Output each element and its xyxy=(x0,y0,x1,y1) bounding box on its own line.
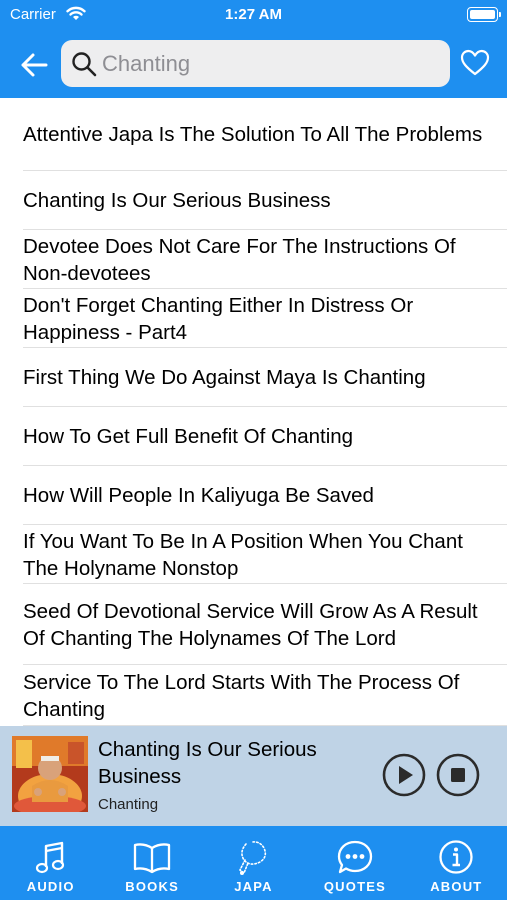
tab-label: JAPA xyxy=(234,879,273,894)
tab-quotes[interactable]: QUOTES xyxy=(304,826,405,900)
list-item[interactable]: Attentive Japa Is The Solution To All Th… xyxy=(0,98,507,171)
tab-japa[interactable]: JAPA xyxy=(203,826,304,900)
list-item-title: How Will People In Kaliyuga Be Saved xyxy=(23,484,374,507)
list-item-title: First Thing We Do Against Maya Is Chanti… xyxy=(23,366,426,389)
tab-books[interactable]: BOOKS xyxy=(101,826,202,900)
tab-about[interactable]: ABOUT xyxy=(406,826,507,900)
info-icon xyxy=(439,840,473,874)
list-item[interactable]: How Will People In Kaliyuga Be Saved xyxy=(0,466,507,525)
heart-icon[interactable] xyxy=(460,49,490,77)
speech-bubble-icon xyxy=(337,840,373,874)
list-item-title: Devotee Does Not Care For The Instructio… xyxy=(23,234,456,285)
tab-label: QUOTES xyxy=(323,879,386,894)
search-input[interactable] xyxy=(102,40,432,87)
list-item-title: Chanting Is Our Serious Business xyxy=(23,189,331,212)
tab-label: BOOKS xyxy=(125,879,179,894)
list-item[interactable]: Chanting Is Our Serious Business xyxy=(0,171,507,230)
list-item[interactable]: How To Get Full Benefit Of Chanting xyxy=(0,407,507,466)
status-time: 1:27 AM xyxy=(225,6,282,23)
back-arrow-icon[interactable] xyxy=(18,49,50,81)
play-button[interactable] xyxy=(382,753,426,797)
list-item-title: Service To The Lord Starts With The Proc… xyxy=(23,670,460,721)
list-item[interactable]: First Thing We Do Against Maya Is Chanti… xyxy=(0,348,507,407)
battery-icon xyxy=(467,7,501,22)
results-list: Attentive Japa Is The Solution To All Th… xyxy=(0,98,507,726)
music-note-icon xyxy=(35,841,64,874)
now-playing-bar[interactable]: Chanting Is Our Serious Business Chantin… xyxy=(0,726,507,826)
list-item[interactable]: Devotee Does Not Care For The Instructio… xyxy=(0,230,507,289)
tab-label: ABOUT xyxy=(430,879,483,894)
status-bar: Carrier 1:27 AM xyxy=(0,0,507,30)
top-bar: Carrier 1:27 AM xyxy=(0,0,507,98)
list-item-title: How To Get Full Benefit Of Chanting xyxy=(23,425,354,448)
list-item-title: Don't Forget Chanting Either In Distress… xyxy=(23,293,414,344)
list-item[interactable]: If You Want To Be In A Position When You… xyxy=(0,525,507,584)
search-bar[interactable] xyxy=(61,40,450,87)
stop-button[interactable] xyxy=(436,753,480,797)
search-icon xyxy=(72,52,97,77)
now-playing-subtitle: Chanting xyxy=(98,796,159,813)
list-item[interactable]: Seed Of Devotional Service Will Grow As … xyxy=(0,584,507,665)
track-thumbnail[interactable] xyxy=(12,736,88,812)
list-item[interactable]: Don't Forget Chanting Either In Distress… xyxy=(0,289,507,348)
list-item-title: Seed Of Devotional Service Will Grow As … xyxy=(23,599,478,650)
list-item-title: Attentive Japa Is The Solution To All Th… xyxy=(23,123,483,146)
tab-label: AUDIO xyxy=(26,879,75,894)
list-item[interactable]: Service To The Lord Starts With The Proc… xyxy=(0,665,507,726)
japa-beads-icon xyxy=(238,841,266,875)
tab-bar: AUDIO BOOKS JAPA QUOTES ABOUT xyxy=(0,826,507,900)
book-icon xyxy=(133,843,171,874)
list-item-title: If You Want To Be In A Position When You… xyxy=(23,529,463,580)
now-playing-title: Chanting Is Our Serious Business xyxy=(98,738,317,788)
tab-audio[interactable]: AUDIO xyxy=(0,826,101,900)
